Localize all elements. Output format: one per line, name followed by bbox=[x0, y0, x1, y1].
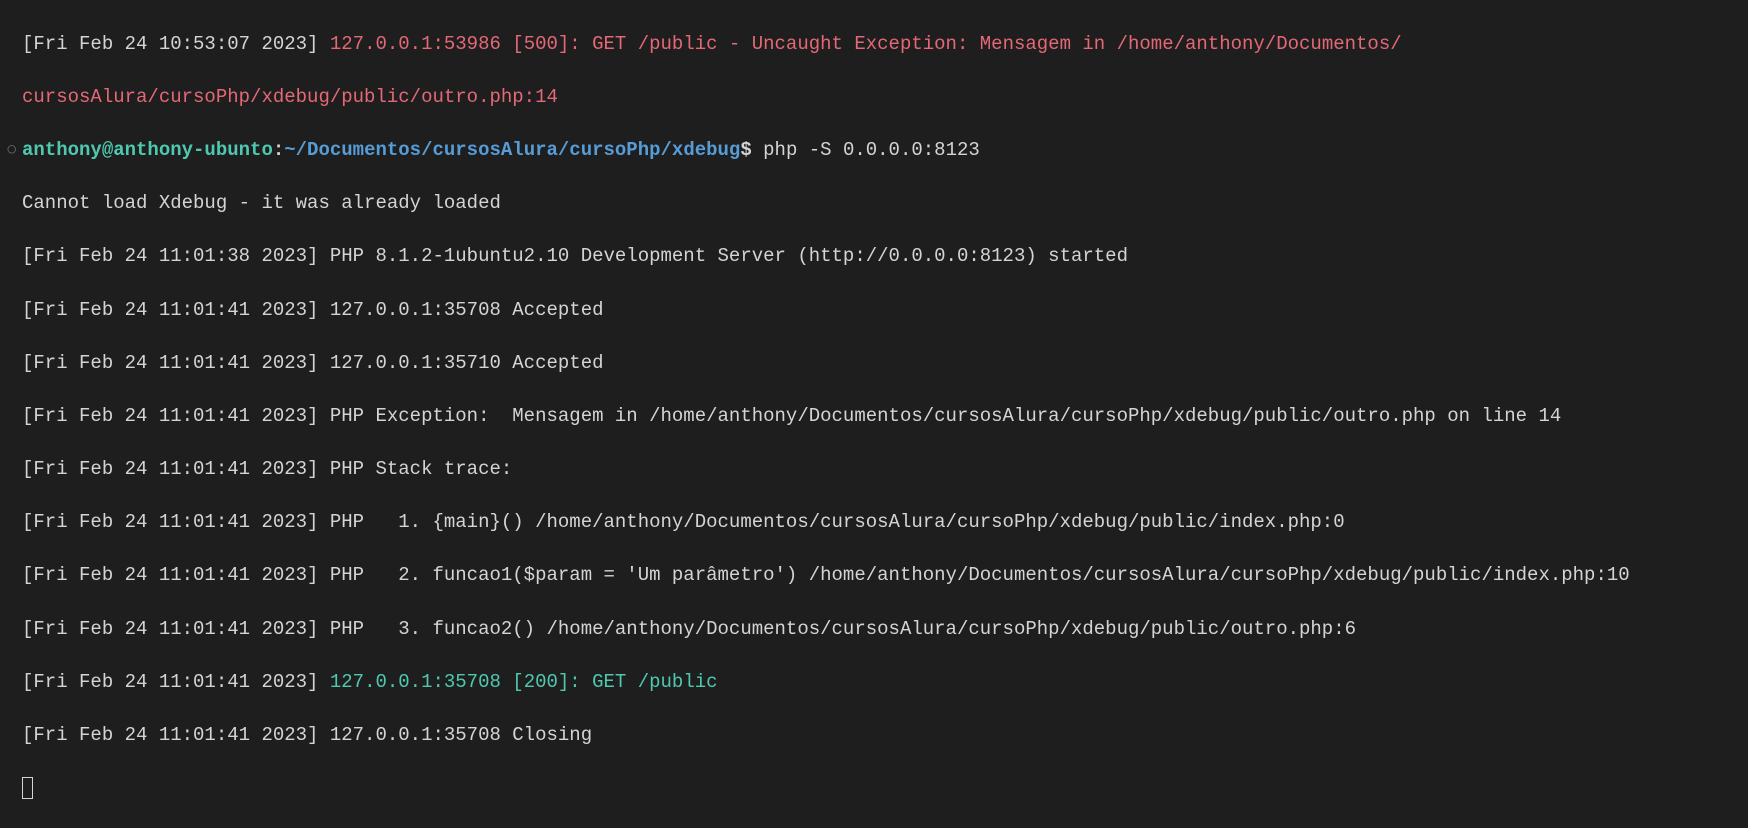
output-line: [Fri Feb 24 11:01:41 2023] PHP 1. {main}… bbox=[0, 509, 1748, 536]
output-line: Cannot load Xdebug - it was already load… bbox=[0, 190, 1748, 217]
output-line: [Fri Feb 24 11:01:41 2023] 127.0.0.1:357… bbox=[0, 297, 1748, 324]
terminal-output[interactable]: [Fri Feb 24 10:53:07 2023] 127.0.0.1:539… bbox=[0, 4, 1748, 828]
error-log-line: [Fri Feb 24 10:53:07 2023] 127.0.0.1:539… bbox=[0, 31, 1748, 58]
prompt-cwd: ~/Documentos/cursosAlura/cursoPhp/xdebug bbox=[284, 139, 740, 161]
output-line: [Fri Feb 24 11:01:41 2023] 127.0.0.1:357… bbox=[0, 350, 1748, 377]
prompt-user-host: anthony@anthony-ubunto bbox=[22, 139, 273, 161]
log-timestamp: [Fri Feb 24 10:53:07 2023] bbox=[22, 33, 330, 55]
output-line: [Fri Feb 24 11:01:38 2023] PHP 8.1.2-1ub… bbox=[0, 243, 1748, 270]
error-log-line-cont: cursosAlura/cursoPhp/xdebug/public/outro… bbox=[0, 84, 1748, 111]
output-line: [Fri Feb 24 11:01:41 2023] PHP Exception… bbox=[0, 403, 1748, 430]
output-line: [Fri Feb 24 11:01:41 2023] PHP 3. funcao… bbox=[0, 616, 1748, 643]
output-line: [Fri Feb 24 11:01:41 2023] PHP 2. funcao… bbox=[0, 562, 1748, 589]
cursor-line[interactable] bbox=[0, 775, 1748, 802]
success-message: 127.0.0.1:35708 [200]: GET /public bbox=[330, 671, 718, 693]
error-message-part1: 127.0.0.1:53986 [500]: GET /public - Unc… bbox=[330, 33, 1402, 55]
error-message-part2: cursosAlura/cursoPhp/xdebug/public/outro… bbox=[22, 86, 558, 108]
log-timestamp: [Fri Feb 24 11:01:41 2023] bbox=[22, 671, 330, 693]
success-log-line: [Fri Feb 24 11:01:41 2023] 127.0.0.1:357… bbox=[0, 669, 1748, 696]
prompt-marker-icon: ○ bbox=[6, 137, 22, 164]
cursor-icon bbox=[22, 777, 33, 799]
output-line: [Fri Feb 24 11:01:41 2023] PHP Stack tra… bbox=[0, 456, 1748, 483]
prompt-colon: : bbox=[273, 139, 284, 161]
typed-command: php -S 0.0.0.0:8123 bbox=[763, 139, 980, 161]
output-line: [Fri Feb 24 11:01:41 2023] 127.0.0.1:357… bbox=[0, 722, 1748, 749]
prompt-dollar: $ bbox=[740, 139, 763, 161]
shell-prompt-line[interactable]: ○ anthony@anthony-ubunto:~/Documentos/cu… bbox=[0, 137, 1748, 164]
